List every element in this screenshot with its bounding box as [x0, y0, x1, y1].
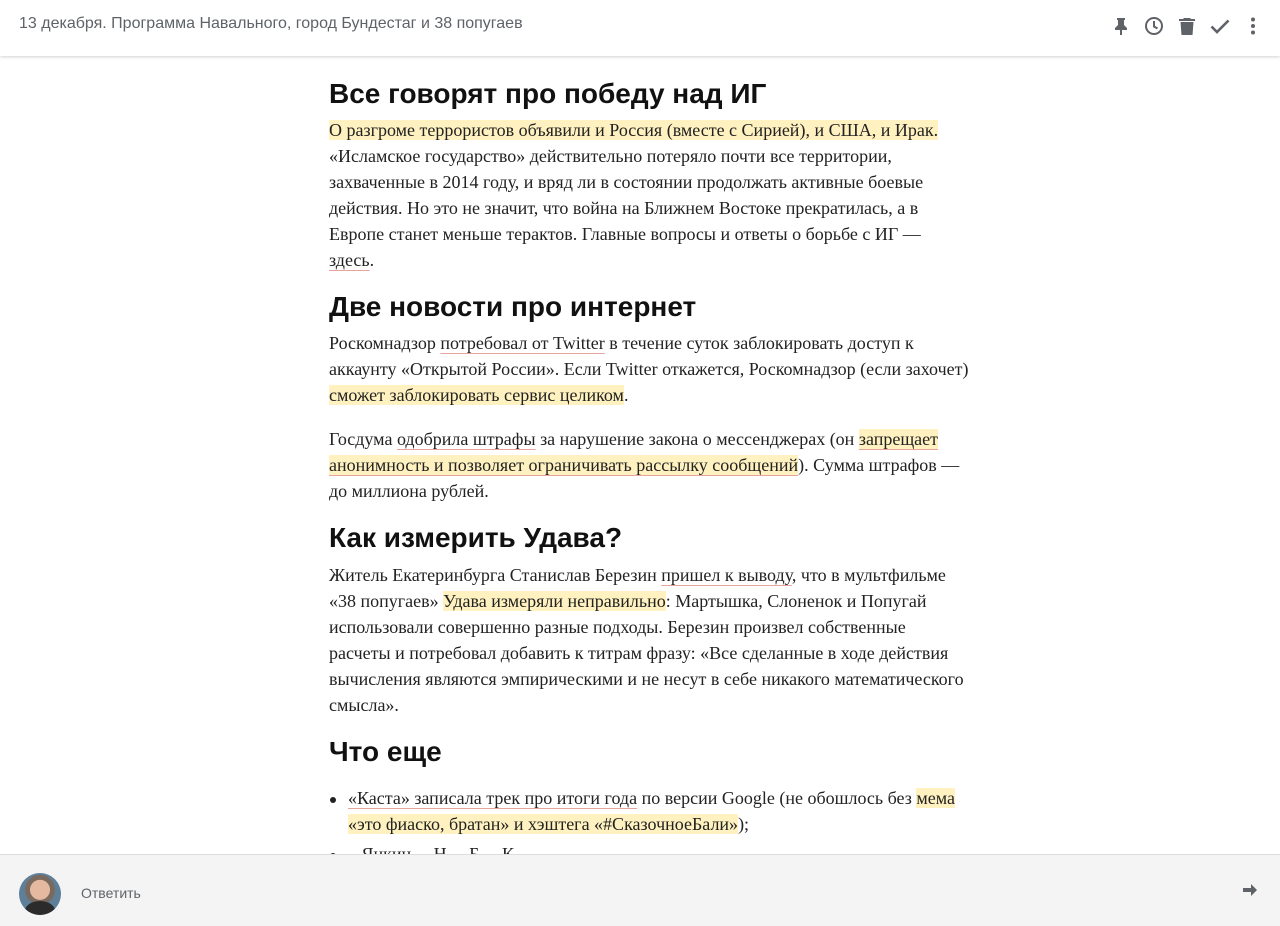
- reply-bar: Ответить: [0, 854, 1280, 926]
- paragraph-text: .: [369, 250, 375, 270]
- paragraph-duma: Госдума одобрила штрафы за нарушение зак…: [329, 426, 969, 504]
- section-heading-internet: Две новости про интернет: [329, 291, 697, 322]
- news-list: «Каста» записала трек про итоги года по …: [329, 785, 969, 854]
- forward-arrow-icon[interactable]: [1242, 883, 1262, 903]
- more-vert-icon[interactable]: [1242, 12, 1264, 40]
- link-fines[interactable]: одобрила штрафы: [397, 429, 536, 449]
- reply-button[interactable]: Ответить: [81, 885, 141, 901]
- paragraph-roskomnadzor: Роскомнадзор потребовал от Twitter в теч…: [329, 330, 969, 408]
- avatar: [19, 873, 61, 915]
- link-conclusion[interactable]: пришел к выводу: [661, 565, 792, 585]
- paragraph-text: «Исламское государство» действительно по…: [329, 146, 924, 244]
- highlighted-text: О разгроме террористов объявили и Россия…: [329, 120, 939, 140]
- section-heading-boa: Как измерить Удава?: [329, 522, 623, 553]
- top-toolbar: 13 декабря. Программа Навального, город …: [0, 0, 1280, 56]
- paragraph-text: Роскомнадзор: [329, 333, 441, 353]
- trash-icon[interactable]: [1176, 12, 1198, 40]
- paragraph-boa: Житель Екатеринбурга Станислав Березин п…: [329, 562, 969, 718]
- list-item: ...Янкин ... Н ... Б ... К: [329, 841, 969, 854]
- link-kasta-track[interactable]: «Каста» записала трек про итоги года: [348, 788, 637, 808]
- list-item-text: по версии Google (не обошлось без: [637, 788, 917, 808]
- section-heading-more: Что еще: [329, 736, 442, 767]
- section-heading-isis: Все говорят про победу над ИГ: [329, 78, 767, 109]
- list-item: «Каста» записала трек про итоги года по …: [329, 785, 969, 837]
- link-here[interactable]: здесь: [329, 250, 370, 270]
- paragraph-text: Госдума: [329, 429, 397, 449]
- highlighted-text: Удава измеряли неправильно: [443, 591, 666, 611]
- highlighted-text: сможет заблокировать сервис целиком: [329, 385, 624, 405]
- snooze-clock-icon[interactable]: [1143, 12, 1165, 40]
- pin-icon[interactable]: [1110, 12, 1132, 40]
- email-subject: 13 декабря. Программа Навального, город …: [19, 15, 523, 32]
- paragraph-isis: О разгроме террористов объявили и Россия…: [329, 117, 969, 273]
- link-demanded-twitter[interactable]: потребовал от Twitter: [440, 333, 604, 353]
- paragraph-text: .: [623, 385, 629, 405]
- list-item-text: ...Янкин ... Н ... Б ... К: [348, 844, 514, 854]
- toolbar-actions: [1110, 12, 1264, 40]
- paragraph-text: за нарушение закона о мессенджерах (он: [535, 429, 859, 449]
- done-check-icon[interactable]: [1209, 12, 1231, 40]
- paragraph-text: Житель Екатеринбурга Станислав Березин: [329, 565, 662, 585]
- list-item-text: );: [738, 814, 750, 834]
- email-body: Все говорят про победу над ИГ О разгроме…: [329, 56, 969, 854]
